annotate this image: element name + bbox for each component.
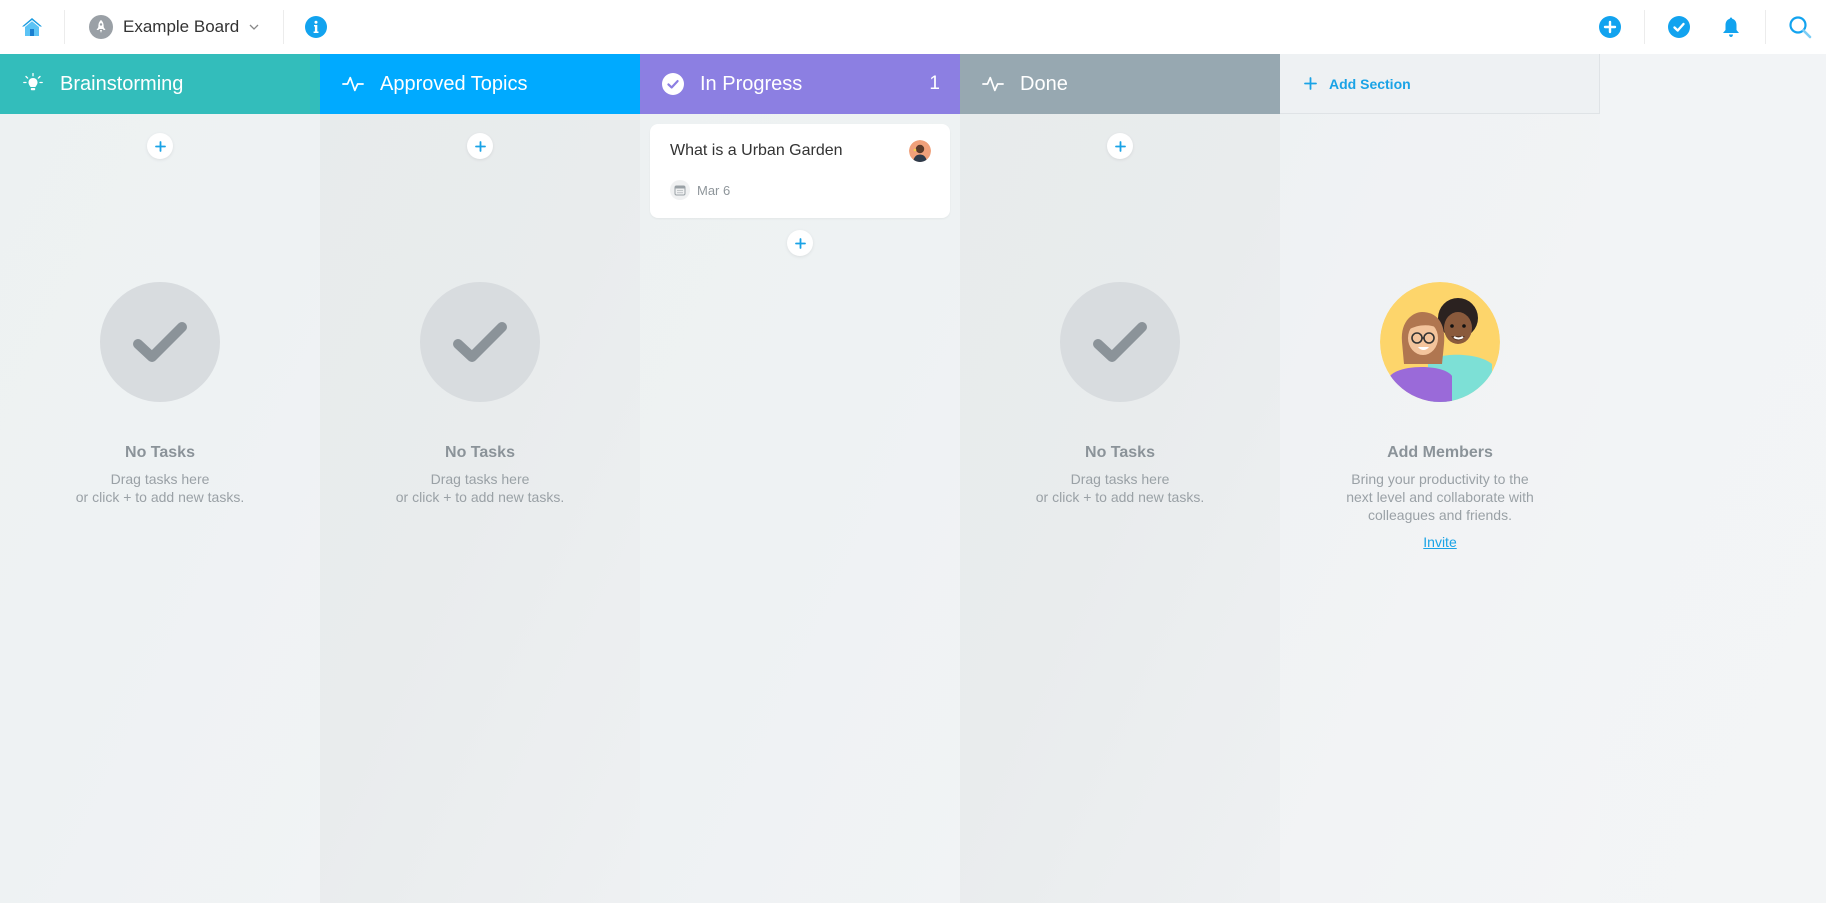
lightbulb-icon [22, 73, 44, 95]
column-title: Brainstorming [60, 72, 184, 95]
column-header[interactable]: In Progress 1 [640, 54, 960, 114]
plus-icon [474, 140, 486, 152]
plus-circle-icon [1599, 16, 1621, 38]
empty-description: Drag tasks here or click + to add new ta… [960, 470, 1280, 506]
column-done: Done No Tasks Drag tasks here or click +… [960, 54, 1280, 903]
notifications-button[interactable] [1705, 0, 1757, 54]
empty-state: No Tasks Drag tasks here or click + to a… [0, 282, 320, 506]
members-desc-line: colleagues and friends. [1368, 507, 1512, 523]
home-button[interactable] [0, 0, 64, 54]
column-brainstorming: Brainstorming No Tasks Drag tasks here o… [0, 54, 320, 903]
column-header[interactable]: Done [960, 54, 1280, 114]
column-approved-topics: Approved Topics No Tasks Drag tasks here… [320, 54, 640, 903]
add-task-button[interactable] [467, 133, 493, 159]
add-section-column: Add Section Add Members Bring your produ… [1280, 54, 1600, 903]
members-desc-line: next level and collaborate with [1346, 489, 1534, 505]
empty-title: No Tasks [445, 444, 515, 461]
empty-title: No Tasks [125, 444, 195, 461]
add-task-button[interactable] [147, 133, 173, 159]
empty-line: or click + to add new tasks. [75, 489, 245, 505]
my-tasks-button[interactable] [1653, 0, 1705, 54]
calendar-icon [670, 180, 690, 200]
bell-icon [1723, 17, 1739, 37]
empty-line: or click + to add new tasks. [395, 489, 565, 505]
plus-icon [154, 140, 166, 152]
column-title: In Progress [700, 72, 803, 95]
user-avatar[interactable] [909, 140, 931, 162]
column-header[interactable]: Brainstorming [0, 54, 320, 114]
add-task-button[interactable] [787, 230, 813, 256]
top-bar: Example Board [0, 0, 1826, 54]
column-task-count: 1 [929, 73, 940, 94]
board-selector[interactable]: Example Board [65, 0, 283, 54]
divider [1644, 10, 1645, 44]
members-title: Add Members [1387, 444, 1493, 461]
activity-icon [342, 73, 364, 95]
plus-icon [1304, 77, 1317, 90]
members-description: Bring your productivity to the next leve… [1330, 470, 1550, 524]
checkmark-icon [1060, 282, 1180, 402]
add-button[interactable] [1584, 0, 1636, 54]
add-section-label: Add Section [1329, 75, 1411, 92]
add-members-panel: Add Members Bring your productivity to t… [1280, 282, 1600, 552]
empty-line: Drag tasks here [1070, 471, 1170, 487]
board: Brainstorming No Tasks Drag tasks here o… [0, 54, 1826, 903]
empty-state: No Tasks Drag tasks here or click + to a… [320, 282, 640, 506]
empty-line: Drag tasks here [110, 471, 210, 487]
board-info-button[interactable] [284, 0, 348, 54]
add-task-button[interactable] [1107, 133, 1133, 159]
column-header[interactable]: Approved Topics [320, 54, 640, 114]
check-circle-icon [662, 73, 684, 95]
search-button[interactable] [1774, 0, 1826, 54]
empty-line: or click + to add new tasks. [1035, 489, 1205, 505]
chevron-down-icon [249, 24, 259, 30]
task-due-date: Mar 6 [697, 182, 731, 198]
activity-icon [982, 73, 1004, 95]
empty-description: Drag tasks here or click + to add new ta… [0, 470, 320, 506]
check-circle-icon [1668, 16, 1690, 38]
info-icon [305, 16, 328, 38]
divider [1765, 10, 1766, 44]
empty-state: No Tasks Drag tasks here or click + to a… [960, 282, 1280, 506]
checkmark-icon [420, 282, 540, 402]
checkmark-icon [100, 282, 220, 402]
empty-line: Drag tasks here [430, 471, 530, 487]
plus-icon [1114, 140, 1126, 152]
rocket-icon [89, 15, 113, 39]
column-in-progress: In Progress 1 What is a Urban Garden Mar… [640, 54, 960, 903]
members-desc-line: Bring your productivity to the [1351, 471, 1529, 487]
empty-title: No Tasks [1085, 444, 1155, 461]
task-card[interactable]: What is a Urban Garden Mar 6 [650, 124, 950, 218]
plus-icon [794, 237, 806, 249]
invite-link[interactable]: Invite [1423, 534, 1456, 550]
column-title: Done [1020, 72, 1068, 95]
board-name: Example Board [123, 17, 240, 36]
home-icon [22, 18, 42, 36]
add-section-button[interactable]: Add Section [1280, 54, 1600, 114]
board-empty-area [1600, 54, 1826, 903]
search-icon [1789, 16, 1812, 39]
task-title: What is a Urban Garden [670, 142, 843, 159]
column-title: Approved Topics [380, 72, 528, 95]
members-illustration-icon [1380, 282, 1500, 402]
empty-description: Drag tasks here or click + to add new ta… [320, 470, 640, 506]
